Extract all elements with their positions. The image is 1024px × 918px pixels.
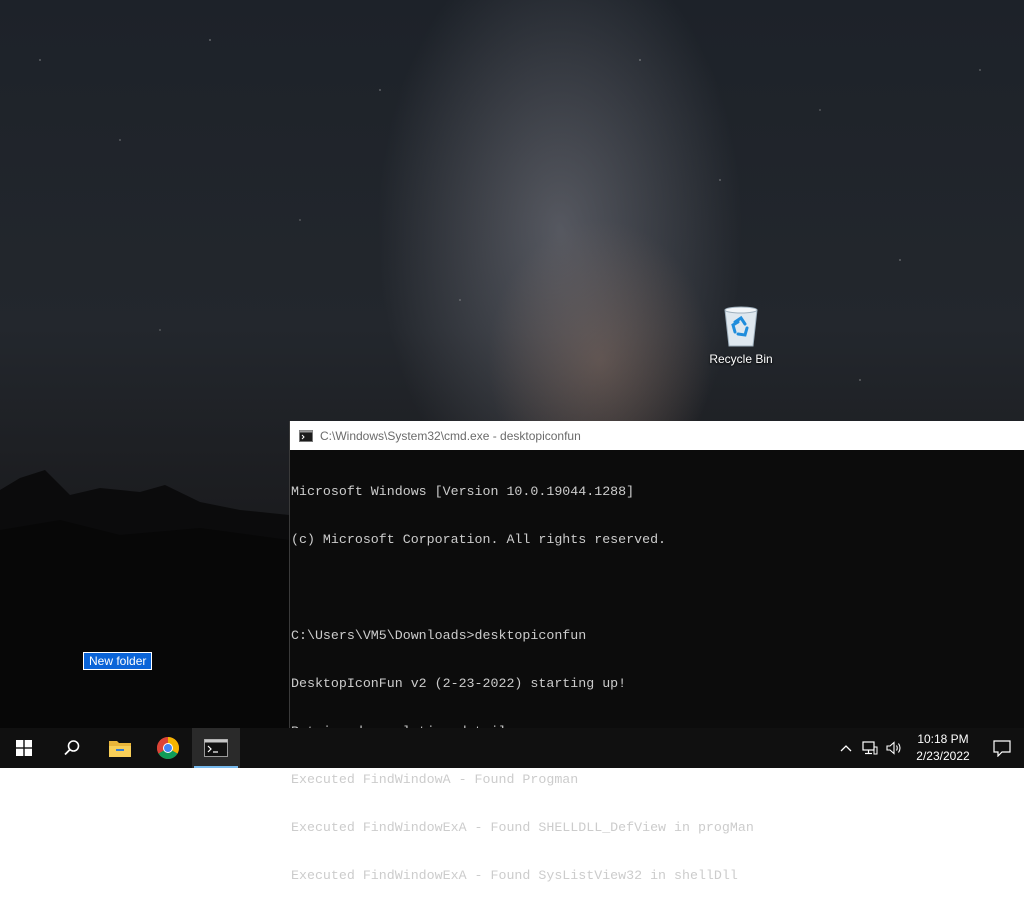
cmd-line: DesktopIconFun v2 (2-23-2022) starting u…	[291, 676, 627, 691]
cmd-line: Microsoft Windows [Version 10.0.19044.12…	[291, 484, 635, 499]
clock[interactable]: 10:18 PM 2/23/2022	[906, 731, 980, 765]
action-center-button[interactable]	[980, 728, 1024, 768]
file-explorer-button[interactable]	[96, 728, 144, 768]
clock-time: 10:18 PM	[917, 732, 969, 746]
recycle-bin-shortcut[interactable]: Recycle Bin	[704, 304, 778, 366]
cmd-line: Executed FindWindowExA - Found SysListVi…	[291, 868, 738, 883]
cmd-line: Executed FindWindowExA - Found SHELLDLL_…	[291, 820, 754, 835]
show-hidden-icons-button[interactable]	[834, 728, 858, 768]
recycle-bin-label: Recycle Bin	[709, 352, 773, 366]
notification-icon	[993, 739, 1011, 757]
network-button[interactable]	[858, 728, 882, 768]
cmd-output[interactable]: Microsoft Windows [Version 10.0.19044.12…	[290, 450, 1024, 918]
chrome-icon	[157, 737, 179, 759]
windows-start-icon	[16, 740, 32, 756]
taskbar: 10:18 PM 2/23/2022	[0, 728, 1024, 768]
cmd-line: C:\Users\VM5\Downloads>desktopiconfun	[291, 628, 587, 643]
file-explorer-icon	[109, 741, 131, 757]
search-button[interactable]	[48, 728, 96, 768]
chrome-button[interactable]	[144, 728, 192, 768]
volume-button[interactable]	[882, 728, 906, 768]
cmd-titlebar[interactable]: C:\Windows\System32\cmd.exe - desktopico…	[290, 421, 1024, 450]
cmd-taskbar-button[interactable]	[192, 728, 240, 768]
cmd-title: C:\Windows\System32\cmd.exe - desktopico…	[320, 428, 581, 443]
cmd-icon	[204, 739, 228, 757]
chevron-up-icon	[840, 745, 852, 752]
cmd-line	[291, 580, 1024, 596]
start-button[interactable]	[0, 728, 48, 768]
system-tray: 10:18 PM 2/23/2022	[834, 728, 1024, 768]
cmd-window[interactable]: C:\Windows\System32\cmd.exe - desktopico…	[289, 421, 1024, 883]
cmd-line: (c) Microsoft Corporation. All rights re…	[291, 532, 667, 547]
cmd-icon	[299, 429, 313, 442]
clock-date: 2/23/2022	[916, 749, 970, 763]
recycle-bin-icon	[724, 306, 758, 347]
search-icon	[64, 740, 80, 756]
network-icon	[862, 741, 878, 755]
cmd-line: Executed FindWindowA - Found Progman	[291, 772, 579, 787]
new-folder-rename-input[interactable]: New folder	[83, 652, 153, 670]
speaker-icon	[886, 741, 901, 755]
